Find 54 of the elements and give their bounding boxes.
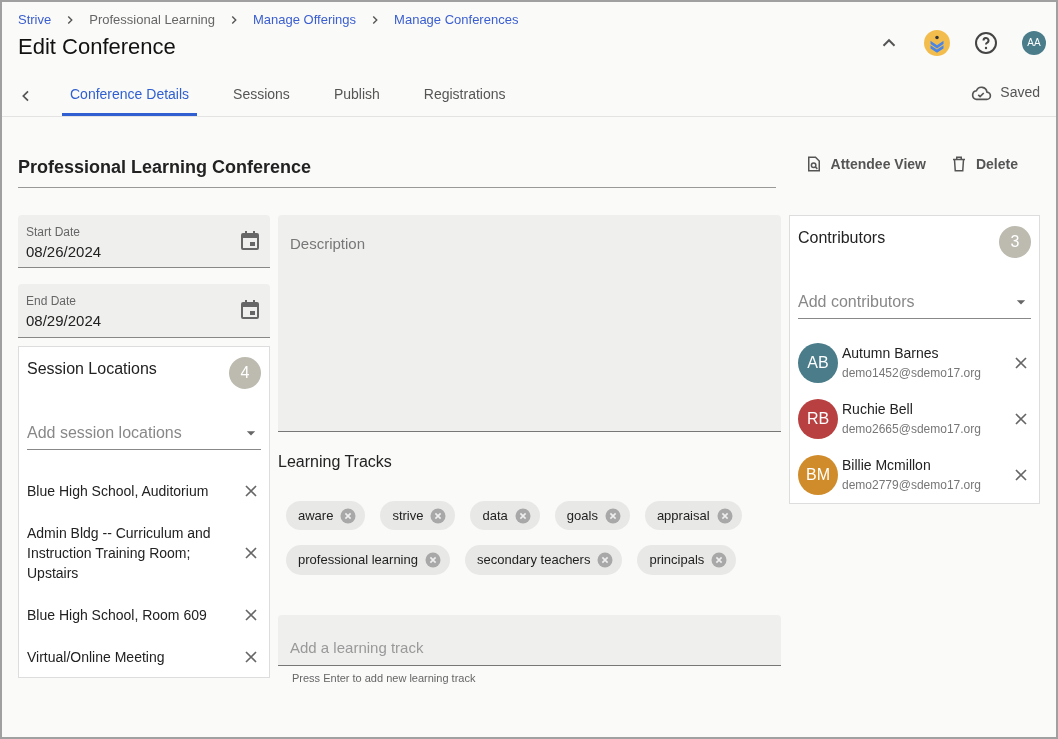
breadcrumb-link[interactable]: Strive [18, 10, 52, 30]
end-date-field[interactable]: End Date 08/29/2024 [18, 284, 270, 338]
field-label: End Date [26, 293, 78, 311]
contributor-email: demo2665@sdemo17.org [842, 421, 982, 439]
chip-label: aware [298, 506, 334, 525]
description-field[interactable]: Description [278, 214, 781, 432]
app-logo-icon[interactable] [924, 29, 950, 56]
calendar-icon[interactable] [238, 228, 262, 253]
learning-track-field[interactable]: Add a learning track [278, 614, 781, 667]
breadcrumb-link[interactable]: Manage Offerings [253, 10, 357, 30]
field-value: 08/29/2024 [26, 311, 102, 332]
count-badge: 3 [999, 225, 1031, 258]
breadcrumb-text: Professional Learning [89, 11, 215, 29]
delete-button[interactable]: Delete [949, 153, 1018, 175]
location-name: Blue High School, Auditorium [27, 481, 209, 501]
help-icon[interactable] [974, 30, 998, 55]
tab[interactable]: Sessions [225, 75, 298, 116]
save-status: Saved [1000, 83, 1040, 103]
chip-label: professional learning [298, 551, 418, 570]
user-avatar[interactable]: AA [1022, 30, 1046, 55]
count-badge: 4 [229, 356, 261, 389]
tab[interactable]: Conference Details [62, 75, 198, 116]
field-label: Start Date [26, 223, 82, 241]
chip-label: goals [566, 506, 598, 525]
location-name: Blue High School, Room 609 [27, 605, 207, 625]
chip-label: data [482, 506, 508, 525]
contributor-email: demo1452@sdemo17.org [842, 365, 982, 383]
chip-label: strive [392, 506, 424, 525]
contributor-email: demo2779@sdemo17.org [842, 477, 982, 495]
conference-name-field[interactable]: Professional Learning Conference [18, 153, 776, 188]
chip-label: principals [649, 551, 705, 570]
field-value: 08/26/2024 [26, 241, 102, 262]
contributor-avatar: BM [798, 454, 838, 495]
panel-title: Session Locations [27, 358, 157, 379]
add-field[interactable]: Add session locations [27, 416, 261, 450]
breadcrumb-link[interactable]: Manage Conferences [394, 10, 519, 30]
location-name: Virtual/Online Meeting [27, 647, 165, 667]
contributor-avatar: AB [798, 342, 838, 383]
field-hint: Press Enter to add new learning track [292, 671, 477, 687]
panel-title: Contributors [798, 227, 886, 248]
page-title: Edit Conference [18, 33, 177, 60]
contributor-avatar: RB [798, 398, 838, 439]
add-field[interactable]: Add contributors [798, 285, 1031, 319]
tab[interactable]: Registrations [415, 75, 514, 116]
section-title: Learning Tracks [278, 451, 393, 472]
attendee-view-button[interactable]: Attendee View [804, 153, 926, 175]
contributor-name: Billie Mcmillon [842, 456, 932, 476]
chip-label: secondary teachers [476, 551, 591, 570]
start-date-field[interactable]: Start Date 08/26/2024 [18, 214, 270, 269]
tab[interactable]: Publish [325, 75, 388, 116]
contributor-name: Autumn Barnes [842, 344, 940, 364]
location-name: Admin Bldg -- Curriculum and Instruction Training Room; Upstairs [27, 523, 212, 583]
contributor-name: Ruchie Bell [842, 400, 914, 420]
chip-label: appraisal [656, 506, 710, 525]
